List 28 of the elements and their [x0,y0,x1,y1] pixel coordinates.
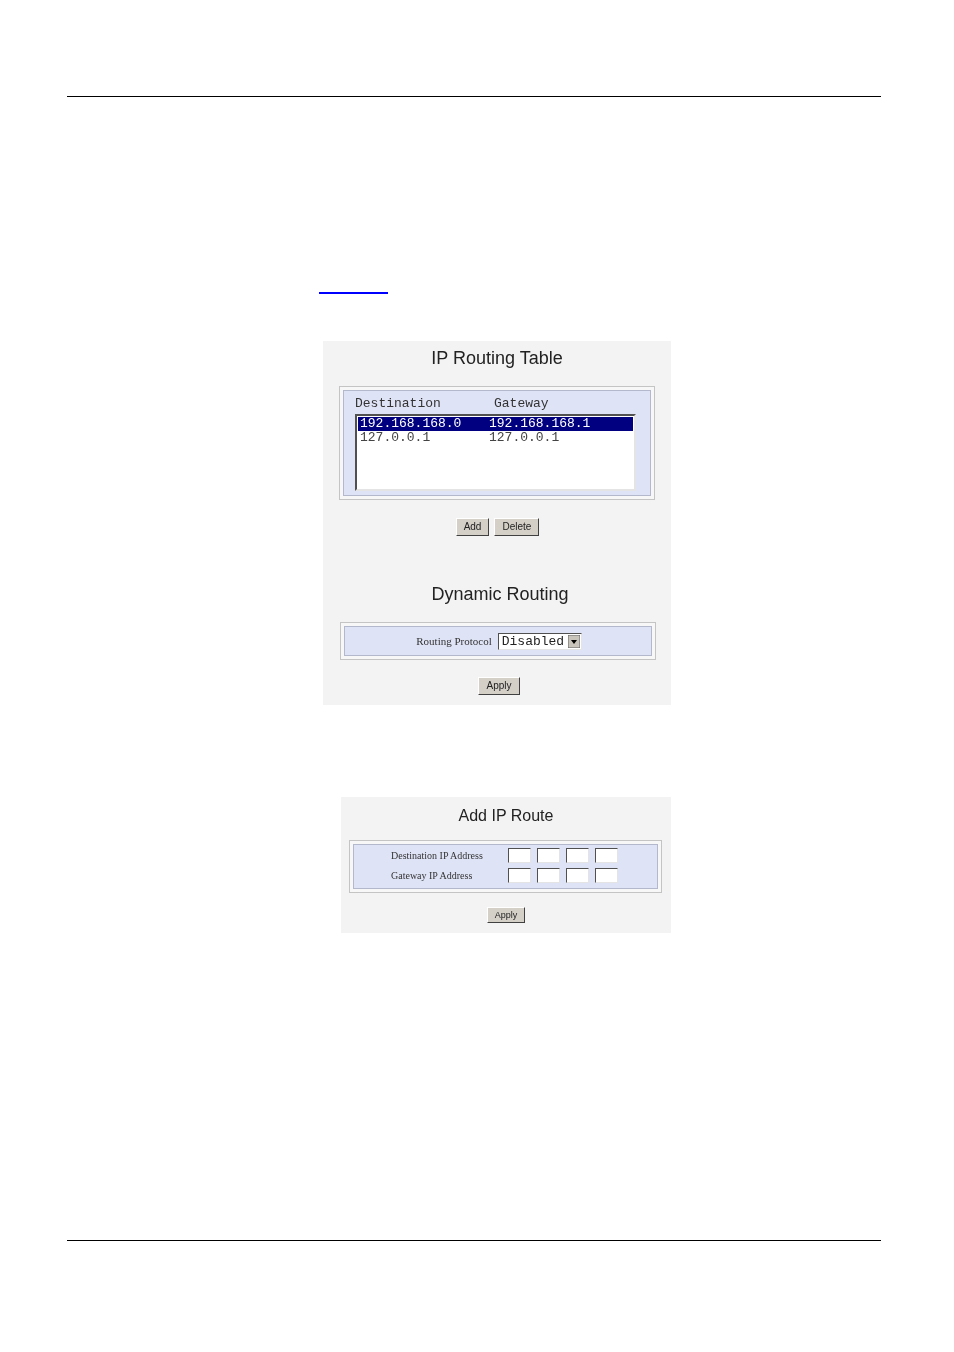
protocol-select[interactable]: Disabled [497,632,582,650]
section-title: Add IP Route [458,806,554,826]
octet-input[interactable] [537,848,560,863]
field-label: Routing Protocol [416,633,492,649]
column-header: Gateway [494,396,549,411]
octet-input[interactable] [595,848,618,863]
action-button[interactable]: Delete [494,518,540,536]
octet-input[interactable] [566,868,589,883]
row-cell: 192.168.168.1 [489,417,591,431]
field-label: Gateway IP Address [391,869,474,883]
route-list[interactable]: 192.168.168.0 192.168.168.1 127.0.0.1 127.0.0.1 [355,414,636,491]
column-header: Destination [355,396,442,411]
field-label: Destination IP Address [391,849,484,863]
row-cell-text: 192.168.168.0 [359,417,463,431]
dropdown-arrow-icon[interactable] [567,634,580,648]
octet-input[interactable] [566,848,589,863]
octet-input[interactable] [508,868,531,883]
octet-input[interactable] [508,848,531,863]
action-button[interactable]: Add [455,518,490,536]
row-cell: 127.0.0.1 [489,431,560,445]
octet-input[interactable] [537,868,560,883]
route-row[interactable]: 192.168.168.0 192.168.168.1 [358,417,633,431]
action-button[interactable]: Apply [486,907,526,923]
row-cell-text: 127.0.0.1 [359,431,432,445]
octet-input[interactable] [595,868,618,883]
action-button[interactable]: Apply [478,677,520,695]
section-title: IP Routing Table [431,347,563,369]
section-title: Dynamic Routing [430,583,569,605]
